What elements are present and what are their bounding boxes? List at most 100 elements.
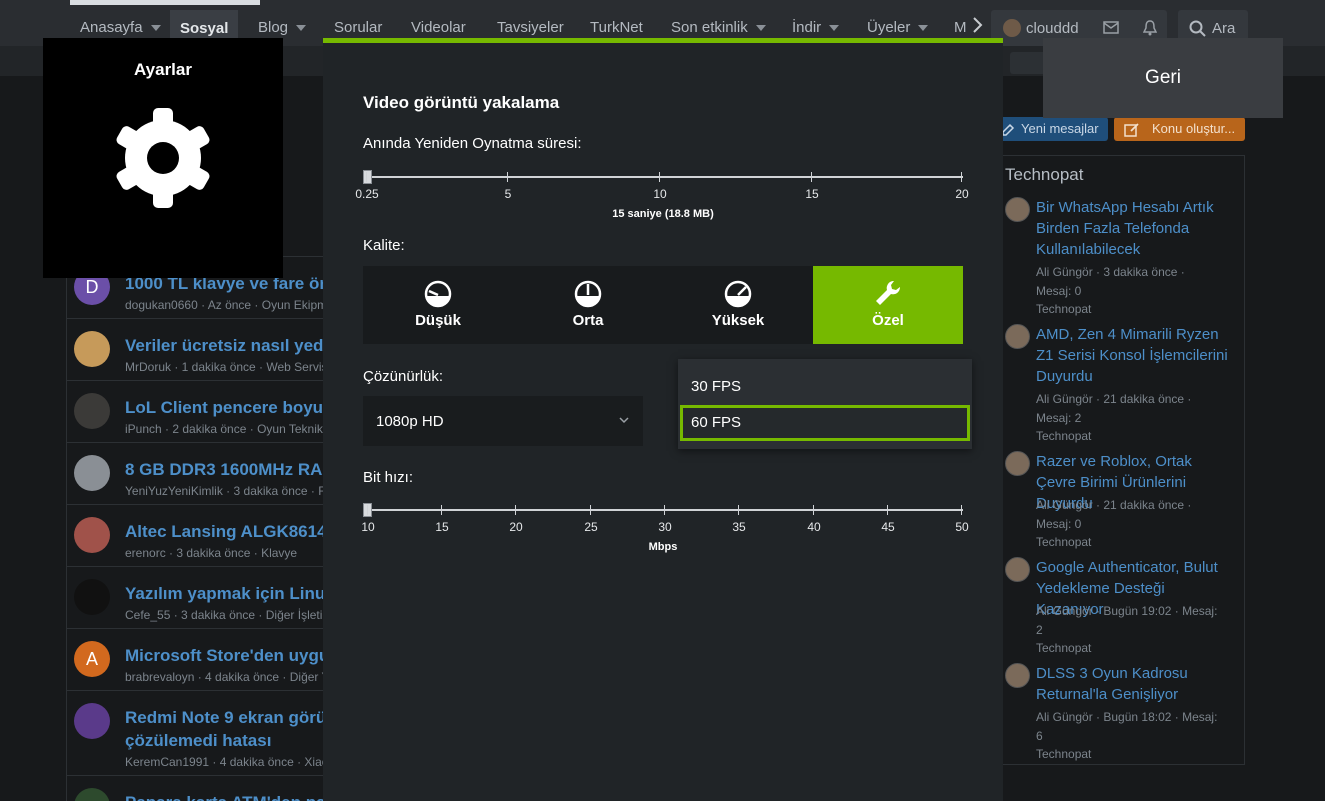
slider-track[interactable] <box>367 176 963 178</box>
avatar[interactable] <box>1005 197 1030 222</box>
new-messages-button[interactable]: Yeni mesajlar <box>995 117 1108 141</box>
list-item[interactable]: Veriler ücretsiz nasıl yede MrDoruk · 1 d… <box>66 318 326 380</box>
news-title[interactable]: AMD, Zen 4 Mimarili Ryzen Z1 Serisi Kons… <box>1036 324 1236 387</box>
slider-track[interactable] <box>367 509 963 511</box>
nav-home-label: Anasayfa <box>80 19 143 36</box>
envelope-icon[interactable] <box>1103 21 1119 39</box>
avatar[interactable] <box>1005 324 1030 349</box>
nav-home[interactable]: Anasayfa <box>80 19 161 36</box>
gauge-high-icon <box>724 280 752 308</box>
slider-tick-label: 10 <box>653 187 667 201</box>
nav-blog[interactable]: Blog <box>258 19 307 36</box>
thread-title[interactable]: Yazılım yapmak için Linux <box>125 584 325 604</box>
nav-download-label: İndir <box>792 19 822 36</box>
slider-tick <box>811 172 812 182</box>
slider-tick <box>507 172 508 182</box>
thread-title[interactable]: Altec Lansing ALGK8614V <box>125 522 325 542</box>
slider-tick <box>738 505 739 515</box>
nav-tips[interactable]: Tavsiyeler <box>497 19 564 36</box>
site-logo[interactable] <box>70 0 260 5</box>
dialog-title: Video görüntü yakalama <box>363 93 560 112</box>
thread-title[interactable]: Redmi Note 9 ekran görü <box>125 708 325 728</box>
new-thread-button[interactable]: Konu oluştur... <box>1114 117 1245 141</box>
list-item[interactable]: Papara karta ATM'den pa <box>66 775 326 801</box>
list-item[interactable]: A Microsoft Store'den uygu brabrevaloyn · … <box>66 628 326 690</box>
nav-members-label: Üyeler <box>867 19 911 36</box>
username: clouddd <box>1026 20 1079 37</box>
thread-title[interactable]: Microsoft Store'den uygu <box>125 646 325 666</box>
nav-videos[interactable]: Videolar <box>411 19 466 36</box>
news-title[interactable]: DLSS 3 Oyun Kadrosu Returnal'la Genişliy… <box>1036 663 1236 705</box>
thread-meta: YeniYuzYeniKimlik · 3 dakika önce · RA <box>125 484 325 498</box>
nav-download[interactable]: İndir <box>792 19 840 36</box>
compose-icon <box>1124 121 1140 145</box>
quality-medium-button[interactable]: Orta <box>513 266 663 344</box>
slider-tick-label: 40 <box>807 520 821 534</box>
news-meta: Ali Güngör · 21 dakika önce · <box>1036 498 1192 512</box>
news-item[interactable]: Google Authenticator, Bulut Yedekleme De… <box>1005 557 1237 677</box>
fps-option-60[interactable]: 60 FPS <box>680 405 970 441</box>
list-item[interactable]: 8 GB DDR3 1600MHz RA YeniYuzYeniKimlik · … <box>66 442 326 504</box>
news-item[interactable]: AMD, Zen 4 Mimarili Ryzen Z1 Serisi Kons… <box>1005 324 1237 444</box>
news-item[interactable]: Razer ve Roblox, Ortak Çevre Birimi Ürün… <box>1005 451 1237 571</box>
nav-activity[interactable]: Son etkinlik <box>671 19 766 36</box>
news-item[interactable]: DLSS 3 Oyun Kadrosu Returnal'la Genişliy… <box>1005 663 1237 783</box>
avatar[interactable] <box>1005 557 1030 582</box>
list-item[interactable]: LoL Client pencere boyut iPunch · 2 dakik… <box>66 380 326 442</box>
avatar[interactable] <box>74 703 110 739</box>
new-thread-label: Konu oluştur... <box>1152 121 1236 136</box>
quality-high-button[interactable]: Yüksek <box>663 266 813 344</box>
avatar[interactable] <box>74 331 110 367</box>
nav-scroll-right-icon[interactable] <box>972 17 984 37</box>
quality-custom-label: Özel <box>872 312 904 329</box>
avatar[interactable] <box>74 579 110 615</box>
news-meta: Ali Güngör · 3 dakika önce · <box>1036 265 1185 279</box>
news-meta: Ali Güngör · Bugün 19:02 · Mesaj: <box>1036 604 1218 618</box>
slider-tick-label: 25 <box>584 520 598 534</box>
slider-tick <box>887 505 888 515</box>
fps-option-30[interactable]: 30 FPS <box>680 369 970 405</box>
quality-label: Kalite: <box>363 237 405 254</box>
slider-tick-label: 5 <box>504 187 512 201</box>
list-item[interactable]: Redmi Note 9 ekran görü çözülemedi hatası… <box>66 690 326 769</box>
slider-tick-label: 50 <box>955 520 969 534</box>
avatar[interactable] <box>1005 451 1030 476</box>
nav-more[interactable]: M <box>954 19 966 36</box>
avatar <box>1003 19 1021 37</box>
gauge-low-icon <box>424 280 452 308</box>
nav-turknet[interactable]: TurkNet <box>590 19 643 36</box>
avatar[interactable] <box>74 393 110 429</box>
quality-low-button[interactable]: Düşük <box>363 266 513 344</box>
bitrate-slider[interactable]: Mbps 10 15 20 25 30 35 40 45 50 <box>361 499 969 559</box>
thread-title[interactable]: Papara karta ATM'den pa <box>125 793 325 801</box>
quality-high-label: Yüksek <box>711 312 765 329</box>
nav-questions[interactable]: Sorular <box>334 19 382 36</box>
news-title[interactable]: Bir WhatsApp Hesabı Artık Birden Fazla T… <box>1036 197 1236 260</box>
news-meta: Technopat <box>1036 429 1092 443</box>
settings-panel[interactable]: Ayarlar <box>43 38 283 278</box>
news-item[interactable]: Bir WhatsApp Hesabı Artık Birden Fazla T… <box>1005 197 1237 317</box>
slider-tick <box>961 505 962 515</box>
bitrate-label: Bit hızı: <box>363 469 414 486</box>
thread-title[interactable]: Veriler ücretsiz nasıl yede <box>125 336 325 356</box>
resolution-select[interactable]: 1080p HD <box>363 396 643 446</box>
slider-tick-label: 15 <box>435 520 449 534</box>
avatar[interactable] <box>74 455 110 491</box>
news-meta: Mesaj: 0 <box>1036 516 1082 531</box>
list-item[interactable]: Yazılım yapmak için Linux Cefe_55 · 3 dak… <box>66 566 326 628</box>
nav-members[interactable]: Üyeler <box>867 19 929 36</box>
slider-thumb[interactable] <box>363 170 372 184</box>
back-button[interactable]: Geri <box>1043 38 1283 118</box>
avatar[interactable] <box>74 788 110 801</box>
slider-tick <box>664 505 665 515</box>
quality-custom-button[interactable]: Özel <box>813 266 963 344</box>
avatar[interactable] <box>74 517 110 553</box>
slider-tick-label: 20 <box>509 520 523 534</box>
thread-title[interactable]: çözülemedi hatası <box>125 731 325 751</box>
avatar[interactable] <box>1005 663 1030 688</box>
thread-title[interactable]: LoL Client pencere boyut <box>125 398 325 418</box>
list-item[interactable]: Altec Lansing ALGK8614V erenorc · 3 dakik… <box>66 504 326 566</box>
replay-duration-slider[interactable]: 15 saniye (18.8 MB) 0.25 5 10 15 20 <box>355 166 969 226</box>
thread-title[interactable]: 8 GB DDR3 1600MHz RA <box>125 460 325 480</box>
avatar[interactable]: A <box>74 641 110 677</box>
